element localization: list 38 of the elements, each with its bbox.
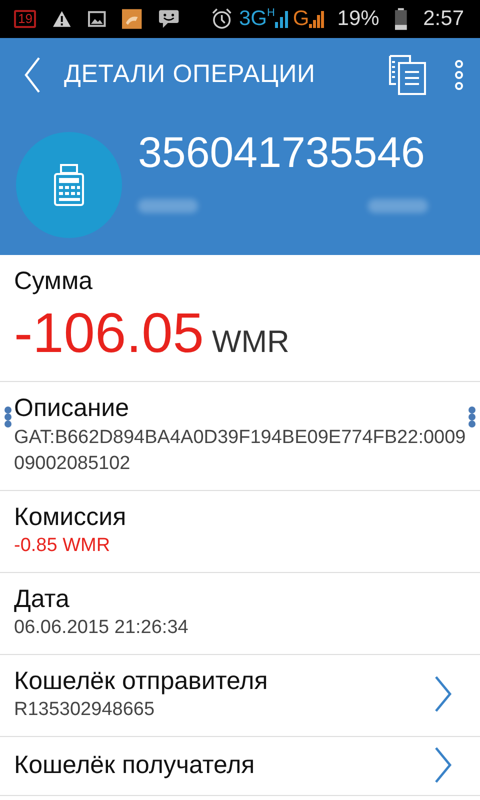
- selection-handle-icon[interactable]: [4, 406, 12, 428]
- alarm-icon: [211, 8, 233, 30]
- currency-label: WMR: [212, 322, 290, 360]
- back-icon[interactable]: [24, 57, 40, 93]
- network-type: H: [266, 6, 275, 22]
- documents-icon[interactable]: [386, 54, 428, 96]
- field-label: Дата: [14, 584, 70, 615]
- chevron-icon[interactable]: [434, 746, 452, 783]
- account-number: 356041735546: [138, 132, 426, 175]
- field-label: Комиссия: [14, 502, 128, 533]
- field-label: Сумма: [14, 266, 94, 297]
- chat-icon: [158, 9, 180, 29]
- network-type: G: [292, 6, 310, 32]
- screen-title: ДЕТАЛИ ОПЕРАЦИИ: [64, 59, 316, 90]
- blurred-text: [138, 199, 198, 213]
- battery-percent: 19%: [337, 6, 380, 32]
- field-label: Описание: [14, 393, 130, 424]
- selection-handle-icon[interactable]: [468, 406, 476, 428]
- field-label: Кошелёк отправителя: [14, 666, 269, 697]
- field-label: Кошелёк получателя: [14, 750, 256, 781]
- amount-value: -106.05: [14, 302, 204, 364]
- signal-icon: [309, 10, 326, 28]
- calendar-icon: 19: [14, 10, 36, 28]
- app-icon: [122, 9, 142, 29]
- field-value: R135302948665: [14, 698, 156, 722]
- cash-register-icon: [53, 164, 85, 206]
- chevron-icon[interactable]: [434, 676, 452, 712]
- battery-icon: [395, 8, 408, 30]
- more-icon[interactable]: [454, 60, 464, 90]
- signal-icon: [274, 10, 289, 28]
- warning-icon: [52, 10, 72, 28]
- field-value: -0.85 WMR: [14, 534, 112, 558]
- field-value: GAT:B662D894BA4A0D39F194BE09E774FB22:000909002085102: [14, 426, 466, 476]
- network-type: 3G: [238, 6, 267, 32]
- clock: 2:57: [423, 6, 464, 32]
- blurred-text: [368, 199, 428, 213]
- image-icon: [88, 11, 106, 27]
- field-value: 06.06.2015 21:26:34: [14, 616, 190, 640]
